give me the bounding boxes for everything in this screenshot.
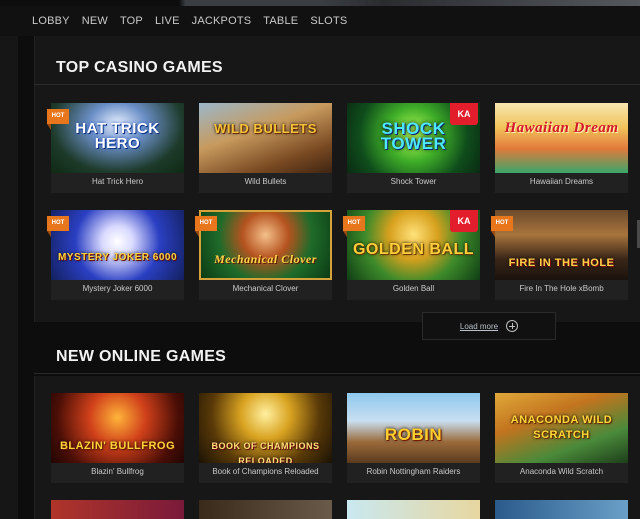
game-tile[interactable]: BLAZIN' BULLFROG Blazin' Bullfrog: [51, 393, 184, 483]
game-tile[interactable]: ROBIN Robin Nottingham Raiders: [347, 393, 480, 483]
game-tile[interactable]: MYSTERY JOKER 6000 HOT Mystery Joker 600…: [47, 210, 184, 300]
nav-new[interactable]: NEW: [82, 15, 108, 27]
game-logo: BOOK OF CHAMPIONS RELOADED: [211, 441, 320, 463]
game-title: Blazin' Bullfrog: [91, 467, 144, 476]
game-thumbnail: WILD BULLETS: [199, 103, 332, 173]
plus-circle-icon: [506, 320, 519, 332]
game-tile[interactable]: Hawaiian Dream Hawaiian Dreams: [495, 103, 628, 193]
game-tile[interactable]: Mechanical Clover HOT Mechanical Clover: [195, 210, 332, 300]
game-title: Wild Bullets: [244, 177, 287, 186]
game-title: Fire In The Hole xBomb: [519, 284, 604, 293]
game-logo: SHOCK TOWER: [380, 119, 447, 153]
game-tile-partial[interactable]: [495, 500, 628, 519]
game-title: Mechanical Clover: [232, 284, 299, 293]
game-tile-partial[interactable]: [199, 500, 332, 519]
provider-badge: KA: [450, 210, 478, 232]
top-games-divider: [34, 84, 640, 85]
provider-badge: KA: [450, 103, 478, 125]
game-logo: WILD BULLETS: [214, 121, 317, 136]
game-title: Robin Nottingham Raiders: [366, 467, 461, 476]
game-tile[interactable]: ANACONDA WILD SCRATCH Anaconda Wild Scra…: [495, 393, 628, 483]
new-games-title: NEW ONLINE GAMES: [56, 348, 227, 365]
game-logo: ANACONDA WILD SCRATCH: [510, 414, 613, 441]
game-title: Mystery Joker 6000: [82, 284, 153, 293]
game-logo: MYSTERY JOKER 6000: [57, 252, 178, 263]
nav-table[interactable]: TABLE: [263, 15, 298, 27]
game-title: Book of Champions Reloaded: [212, 467, 319, 476]
game-thumbnail: Mechanical Clover: [199, 210, 332, 280]
game-tile-partial[interactable]: [347, 500, 480, 519]
game-thumbnail: MYSTERY JOKER 6000: [51, 210, 184, 280]
game-title: Hat Trick Hero: [91, 177, 144, 186]
game-thumbnail: ANACONDA WILD SCRATCH: [495, 393, 628, 463]
game-tile[interactable]: WILD BULLETS Wild Bullets: [199, 103, 332, 193]
game-title: Hawaiian Dreams: [529, 177, 594, 186]
top-games-title: TOP CASINO GAMES: [56, 59, 223, 76]
main-nav: LOBBY NEW TOP LIVE JACKPOTS TABLE SLOTS: [0, 6, 640, 36]
nav-jackpots[interactable]: JACKPOTS: [192, 15, 252, 27]
game-tile[interactable]: BOOK OF CHAMPIONS RELOADED Book of Champ…: [199, 393, 332, 483]
hot-badge: HOT: [47, 109, 69, 130]
game-logo: FIRE IN THE HOLE: [508, 257, 615, 269]
game-logo: ROBIN: [384, 425, 443, 444]
game-thumbnail: Hawaiian Dream: [495, 103, 628, 173]
left-rail: [0, 36, 18, 519]
nav-lobby[interactable]: LOBBY: [32, 15, 70, 27]
game-tile[interactable]: SHOCK TOWER KA Shock Tower: [347, 103, 480, 193]
game-logo: HAT TRICK HERO: [75, 120, 160, 152]
game-thumbnail: BLAZIN' BULLFROG: [51, 393, 184, 463]
game-title: Shock Tower: [390, 177, 437, 186]
game-tile[interactable]: HAT TRICK HERO HOT Hat Trick Hero: [47, 103, 184, 193]
new-games-divider: [34, 373, 640, 374]
game-logo: GOLDEN BALL: [352, 241, 475, 258]
game-logo: Mechanical Clover: [214, 252, 317, 266]
nav-slots[interactable]: SLOTS: [310, 15, 347, 27]
hot-badge: HOT: [195, 216, 217, 237]
game-thumbnail: ROBIN: [347, 393, 480, 463]
load-more-label: Load more: [459, 321, 499, 331]
game-thumbnail: HAT TRICK HERO: [51, 103, 184, 173]
game-tile[interactable]: GOLDEN BALL HOT KA Golden Ball: [343, 210, 480, 300]
load-more-button[interactable]: Load more: [422, 312, 556, 340]
hot-badge: HOT: [491, 216, 513, 237]
game-tile-partial[interactable]: [51, 500, 184, 519]
game-thumbnail: BOOK OF CHAMPIONS RELOADED: [199, 393, 332, 463]
game-thumbnail: FIRE IN THE HOLE: [495, 210, 628, 280]
game-tile[interactable]: FIRE IN THE HOLE HOT Fire In The Hole xB…: [491, 210, 628, 300]
hot-badge: HOT: [343, 216, 365, 237]
nav-live[interactable]: LIVE: [155, 15, 180, 27]
nav-top[interactable]: TOP: [120, 15, 143, 27]
game-title: Anaconda Wild Scratch: [519, 467, 604, 476]
game-logo: Hawaiian Dream: [504, 120, 619, 136]
hot-badge: HOT: [47, 216, 69, 237]
game-logo: BLAZIN' BULLFROG: [59, 440, 176, 452]
game-title: Golden Ball: [392, 284, 435, 293]
